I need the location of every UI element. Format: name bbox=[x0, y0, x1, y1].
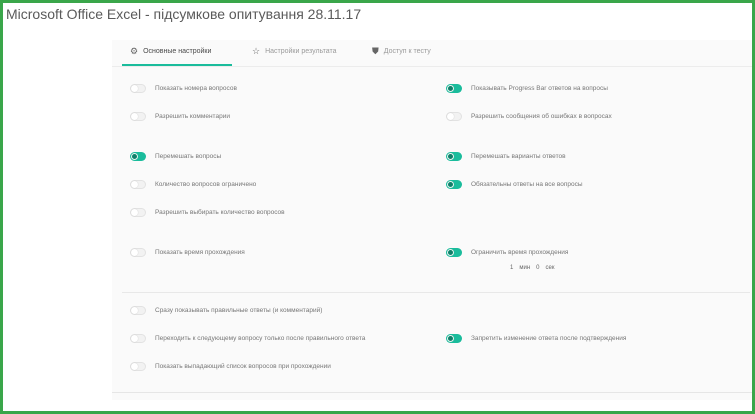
option-shuffle-questions[interactable]: Перемешать вопросы bbox=[130, 152, 221, 161]
toggle-switch[interactable] bbox=[130, 362, 146, 371]
toggle-switch[interactable] bbox=[130, 208, 146, 217]
toggle-switch[interactable] bbox=[446, 334, 462, 343]
option-label: Показать время прохождения bbox=[155, 249, 245, 256]
toggle-switch[interactable] bbox=[130, 112, 146, 121]
option-label: Перемешать вопросы bbox=[155, 153, 222, 160]
option-label: Запретить изменение ответа после подтвер… bbox=[471, 335, 627, 342]
toggle-switch[interactable] bbox=[130, 152, 146, 161]
panel-bottom-edge bbox=[112, 392, 752, 393]
tab-access[interactable]: ⛊ Доступ к тесту bbox=[372, 47, 431, 56]
tab-main-settings-label: Основные настройки bbox=[143, 48, 212, 55]
option-label: Переходить к следующему вопросу только п… bbox=[155, 335, 366, 342]
option-show-correct-answers[interactable]: Сразу показывать правильные ответы (и ко… bbox=[130, 306, 322, 315]
toggle-switch[interactable] bbox=[130, 180, 146, 189]
option-label: Разрешить комментарии bbox=[155, 113, 230, 120]
settings-panel-inner bbox=[112, 40, 752, 400]
time-seconds-value[interactable]: 0 bbox=[536, 265, 539, 271]
option-label: Показывать Progress Bar ответов на вопро… bbox=[471, 85, 608, 92]
option-show-question-numbers[interactable]: Показать номера вопросов bbox=[130, 84, 237, 93]
toggle-switch[interactable] bbox=[446, 112, 462, 121]
option-label: Разрешить выбирать количество вопросов bbox=[155, 209, 285, 216]
toggle-switch[interactable] bbox=[446, 84, 462, 93]
toggle-switch[interactable] bbox=[446, 180, 462, 189]
option-allow-comments[interactable]: Разрешить комментарии bbox=[130, 112, 230, 121]
option-allow-choose-count[interactable]: Разрешить выбирать количество вопросов bbox=[130, 208, 285, 217]
option-label: Сразу показывать правильные ответы (и ко… bbox=[155, 307, 323, 314]
option-shuffle-answers[interactable]: Перемешать варианты ответов bbox=[446, 152, 566, 161]
toggle-switch[interactable] bbox=[130, 334, 146, 343]
option-limit-question-count[interactable]: Количество вопросов ограничено bbox=[130, 180, 256, 189]
option-show-time[interactable]: Показать время прохождения bbox=[130, 248, 245, 257]
tab-access-label: Доступ к тесту bbox=[383, 48, 431, 55]
option-label: Показать выпадающий список вопросов при … bbox=[155, 363, 331, 370]
gear-icon: ⚙ bbox=[130, 46, 139, 56]
toggle-switch[interactable] bbox=[446, 248, 462, 257]
option-label: Обязательны ответы на все вопросы bbox=[471, 181, 583, 188]
option-next-after-correct[interactable]: Переходить к следующему вопросу только п… bbox=[130, 334, 365, 343]
option-label: Ограничить время прохождения bbox=[471, 249, 569, 256]
tabs-divider bbox=[112, 66, 752, 67]
time-minutes-unit: мин bbox=[519, 265, 531, 271]
tab-main-settings[interactable]: ⚙ Основные настройки bbox=[130, 47, 211, 56]
star-icon: ☆ bbox=[252, 46, 261, 56]
option-show-question-dropdown[interactable]: Показать выпадающий список вопросов при … bbox=[130, 362, 331, 371]
option-label: Перемешать варианты ответов bbox=[471, 153, 566, 160]
option-allow-error-reports[interactable]: Разрешить сообщения об ошибках в вопроса… bbox=[446, 112, 612, 121]
toggle-switch[interactable] bbox=[446, 152, 462, 161]
toggle-switch[interactable] bbox=[130, 84, 146, 93]
settings-panel bbox=[112, 40, 752, 400]
window-title: Microsoft Office Excel - підсумкове опит… bbox=[6, 6, 362, 22]
shield-icon: ⛊ bbox=[372, 46, 379, 56]
option-limit-time[interactable]: Ограничить время прохождения bbox=[446, 248, 568, 257]
time-seconds-unit: сек bbox=[545, 265, 555, 271]
option-show-progress-bar[interactable]: Показывать Progress Bar ответов на вопро… bbox=[446, 84, 608, 93]
tab-result-settings-label: Настройки результата bbox=[265, 48, 337, 55]
toggle-switch[interactable] bbox=[130, 248, 146, 257]
option-label: Разрешить сообщения об ошибках в вопроса… bbox=[471, 113, 612, 120]
option-require-all-answers[interactable]: Обязательны ответы на все вопросы bbox=[446, 180, 583, 189]
option-lock-answer-after-confirm[interactable]: Запретить изменение ответа после подтвер… bbox=[446, 334, 626, 343]
time-minutes-value[interactable]: 1 bbox=[510, 265, 513, 271]
section-divider bbox=[122, 292, 750, 293]
option-label: Показать номера вопросов bbox=[155, 85, 237, 92]
toggle-switch[interactable] bbox=[130, 306, 146, 315]
time-limit-fields: 1 мин 0 сек bbox=[510, 265, 554, 271]
tab-result-settings[interactable]: ☆ Настройки результата bbox=[252, 47, 337, 56]
option-label: Количество вопросов ограничено bbox=[155, 181, 257, 188]
